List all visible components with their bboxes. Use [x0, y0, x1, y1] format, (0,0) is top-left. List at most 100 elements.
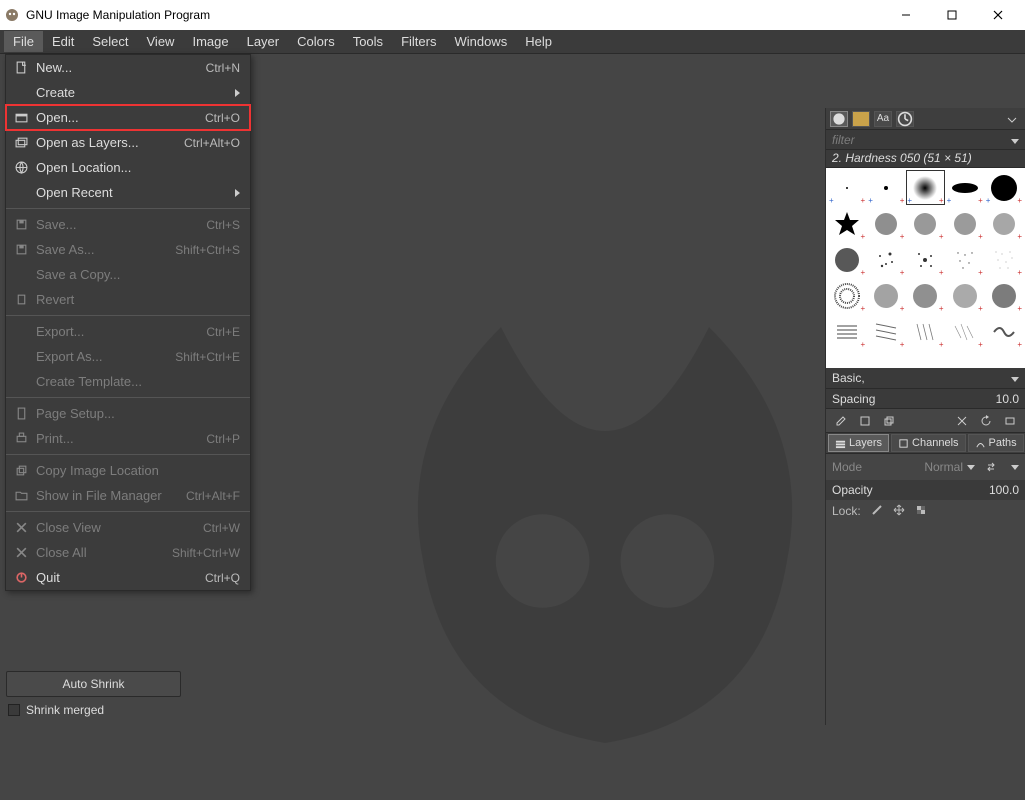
brush-item[interactable]: + [946, 278, 984, 313]
menu-item-label: Create Template... [30, 374, 240, 389]
brush-item[interactable]: ++ [906, 170, 944, 205]
brush-filter-input[interactable]: filter [826, 130, 1025, 150]
menu-item-open-recent[interactable]: Open Recent [6, 180, 250, 205]
menu-item-label: Save a Copy... [30, 267, 240, 282]
close-window-button[interactable] [975, 0, 1021, 30]
channels-tab[interactable]: Channels [891, 434, 965, 452]
minimize-button[interactable] [883, 0, 929, 30]
menu-item-save: Save...Ctrl+S [6, 212, 250, 237]
shrink-merged-label: Shrink merged [26, 703, 104, 717]
brush-grid[interactable]: ++ ++ ++ ++ ++ + + + + + + + + + + + + +… [826, 168, 1025, 368]
delete-brush-icon[interactable] [955, 414, 969, 428]
menu-item-label: Close View [30, 520, 203, 535]
brush-item[interactable]: ++ [946, 170, 984, 205]
menu-image[interactable]: Image [183, 31, 237, 52]
menu-item-accel: Ctrl+Q [205, 571, 240, 585]
app-icon [4, 7, 20, 23]
menu-item-save-as: Save As...Shift+Ctrl+S [6, 237, 250, 262]
menu-item-accel: Ctrl+N [206, 61, 240, 75]
brush-item[interactable]: + [946, 242, 984, 277]
menu-item-save-a-copy: Save a Copy... [6, 262, 250, 287]
brush-item[interactable]: + [828, 278, 866, 313]
brush-item[interactable]: + [906, 278, 944, 313]
chevron-down-icon [1011, 371, 1019, 385]
menu-item-label: Open Location... [30, 160, 240, 175]
menu-tools[interactable]: Tools [344, 31, 392, 52]
lock-pixels-icon[interactable] [871, 504, 883, 519]
brush-item[interactable]: + [906, 314, 944, 349]
close-icon [12, 521, 30, 534]
mode-dropdown[interactable]: Normal [924, 460, 975, 474]
brush-item[interactable]: + [867, 278, 905, 313]
menu-file[interactable]: File [4, 31, 43, 52]
menu-item-label: Page Setup... [30, 406, 240, 421]
brush-spacing-field[interactable]: Spacing 10.0 [826, 388, 1025, 408]
opacity-value: 100.0 [989, 483, 1019, 497]
brush-item[interactable]: + [946, 206, 984, 241]
brush-category-label: Basic, [832, 371, 865, 385]
menu-windows[interactable]: Windows [445, 31, 516, 52]
paths-tab-label: Paths [989, 437, 1017, 449]
menu-item-accel: Shift+Ctrl+E [175, 350, 240, 364]
menu-item-create[interactable]: Create [6, 80, 250, 105]
refresh-brush-icon[interactable] [979, 414, 993, 428]
brush-item[interactable]: + [906, 206, 944, 241]
open-as-image-icon[interactable] [1003, 414, 1017, 428]
menu-item-accel: Ctrl+O [205, 111, 240, 125]
history-tab-icon[interactable] [896, 111, 914, 127]
menu-item-open-location[interactable]: Open Location... [6, 155, 250, 180]
new-icon [12, 61, 30, 74]
fonts-tab-icon[interactable]: Aa [874, 111, 892, 127]
menu-item-label: Create [30, 85, 226, 100]
brush-item[interactable]: + [985, 314, 1023, 349]
menu-item-create-template: Create Template... [6, 369, 250, 394]
dock-configure-icon[interactable] [1003, 111, 1021, 127]
brush-item[interactable]: ++ [985, 170, 1023, 205]
menu-select[interactable]: Select [83, 31, 137, 52]
menu-layer[interactable]: Layer [238, 31, 289, 52]
menu-item-accel: Ctrl+W [203, 521, 240, 535]
brush-item[interactable]: + [828, 206, 866, 241]
lock-position-icon[interactable] [893, 504, 905, 519]
menu-filters[interactable]: Filters [392, 31, 445, 52]
brush-item[interactable]: + [985, 278, 1023, 313]
menu-colors[interactable]: Colors [288, 31, 344, 52]
brushes-tab-icon[interactable] [830, 111, 848, 127]
brush-item[interactable]: ++ [828, 170, 866, 205]
paths-tab[interactable]: Paths [968, 434, 1024, 452]
menu-edit[interactable]: Edit [43, 31, 83, 52]
layers-list[interactable] [826, 522, 1025, 725]
menu-item-open-as-layers[interactable]: Open as Layers...Ctrl+Alt+O [6, 130, 250, 155]
menu-view[interactable]: View [138, 31, 184, 52]
brush-item[interactable]: + [828, 242, 866, 277]
auto-shrink-button[interactable]: Auto Shrink [6, 671, 181, 697]
menu-item-page-setup: Page Setup... [6, 401, 250, 426]
brush-item[interactable]: + [867, 206, 905, 241]
menu-help[interactable]: Help [516, 31, 561, 52]
shrink-merged-checkbox[interactable] [8, 704, 20, 716]
menu-item-quit[interactable]: QuitCtrl+Q [6, 565, 250, 590]
save-as-icon [12, 243, 30, 256]
menu-item-accel: Shift+Ctrl+W [172, 546, 240, 560]
layers-tab[interactable]: Layers [828, 434, 889, 452]
brush-item[interactable]: + [867, 242, 905, 277]
opacity-field[interactable]: Opacity 100.0 [826, 480, 1025, 500]
brush-item[interactable]: + [985, 242, 1023, 277]
duplicate-brush-icon[interactable] [882, 414, 896, 428]
lock-alpha-icon[interactable] [915, 504, 927, 519]
brush-item[interactable]: + [946, 314, 984, 349]
menu-item-open[interactable]: Open...Ctrl+O [6, 105, 250, 130]
brush-item[interactable]: + [867, 314, 905, 349]
menu-item-new[interactable]: New...Ctrl+N [6, 55, 250, 80]
patterns-tab-icon[interactable] [852, 111, 870, 127]
brush-item[interactable]: ++ [867, 170, 905, 205]
maximize-button[interactable] [929, 0, 975, 30]
chevron-down-icon[interactable] [1011, 462, 1019, 473]
brush-category-dropdown[interactable]: Basic, [826, 368, 1025, 388]
brush-item[interactable]: + [906, 242, 944, 277]
edit-brush-icon[interactable] [834, 414, 848, 428]
mode-switch-icon[interactable] [981, 461, 1001, 473]
new-brush-icon[interactable] [858, 414, 872, 428]
brush-item[interactable]: + [828, 314, 866, 349]
brush-item[interactable]: + [985, 206, 1023, 241]
